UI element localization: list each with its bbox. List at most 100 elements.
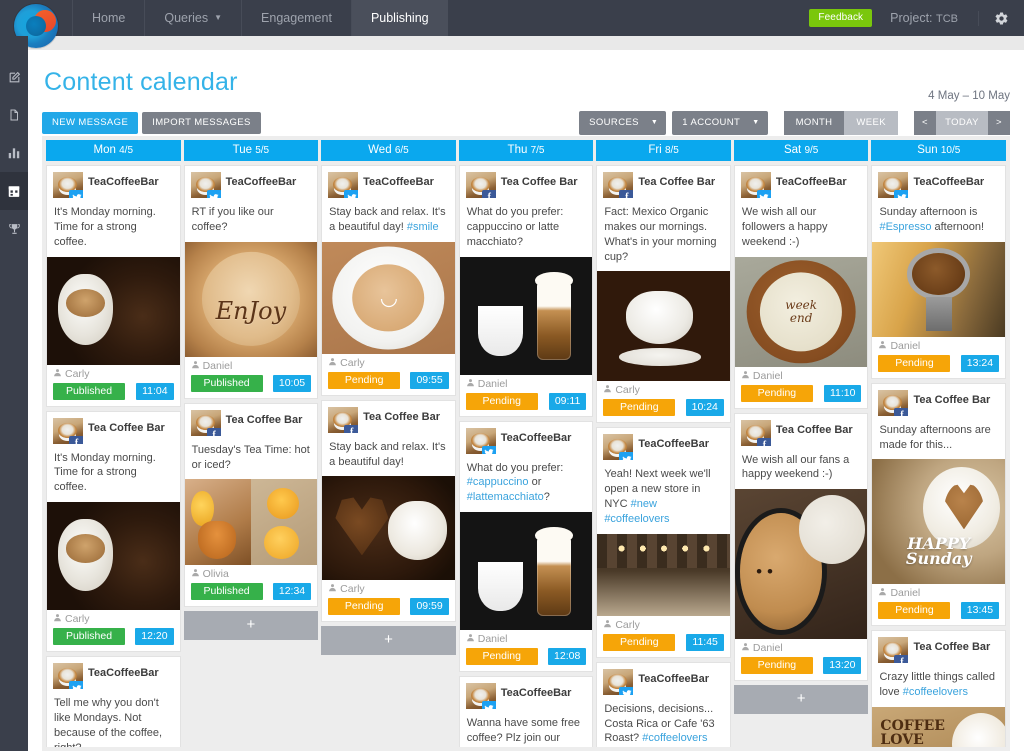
status-badge[interactable]: Pending: [603, 633, 676, 651]
avatar: [878, 172, 909, 198]
project-code: TCB: [936, 13, 958, 25]
week-view-button[interactable]: WEEK: [844, 111, 898, 135]
twitter-icon: [206, 190, 221, 198]
document-icon[interactable]: [0, 96, 28, 134]
analytics-icon[interactable]: [0, 134, 28, 172]
month-view-button[interactable]: MONTH: [783, 111, 845, 135]
post-message-body: What do you prefer:: [466, 461, 564, 474]
hashtag-link[interactable]: #cappuccino: [467, 476, 529, 488]
post-card[interactable]: TeaCoffeeBar It's Monday morning. Time fo…: [46, 165, 181, 407]
sources-dropdown[interactable]: SOURCES ▼: [579, 111, 667, 135]
post-time-badge[interactable]: 13:45: [960, 602, 1000, 620]
column-day-date: 9/5: [804, 145, 819, 156]
latte-art-weekend: week end: [785, 297, 818, 325]
post-card[interactable]: f Tea Coffee Bar Sunday afternoons are mad…: [871, 382, 1007, 627]
post-card[interactable]: f Tea Coffee Bar It's Monday morning. Time…: [46, 410, 181, 653]
post-time-badge[interactable]: 13:24: [960, 354, 1000, 372]
status-badge[interactable]: Pending: [740, 657, 813, 675]
add-message-button[interactable]: +: [321, 626, 456, 656]
status-badge[interactable]: Published: [190, 583, 263, 601]
post-time-badge[interactable]: 11:10: [823, 384, 862, 402]
nav-item-publishing[interactable]: Publishing: [350, 0, 448, 36]
post-time-badge[interactable]: 13:20: [823, 657, 862, 675]
post-card[interactable]: TeaCoffeeBar Tell me why you don't like M…: [46, 656, 181, 747]
post-author-name: Daniel: [752, 369, 783, 382]
post-account-name: Tea Coffee Bar: [775, 423, 853, 436]
page-container: Content calendar 4 May – 10 May NEW MESS…: [28, 50, 1024, 751]
date-nav-group: < TODAY >: [914, 111, 1010, 135]
post-card[interactable]: TeaCoffeeBar Sunday afternoon is #Espress…: [871, 165, 1007, 379]
post-card[interactable]: TeaCoffeeBar RT if you like our coffee? Da…: [183, 165, 319, 399]
next-period-button[interactable]: >: [988, 111, 1010, 135]
post-time-badge[interactable]: 11:04: [136, 382, 174, 400]
post-time-badge[interactable]: 11:45: [686, 633, 724, 651]
status-badge[interactable]: Published: [53, 382, 125, 400]
status-badge[interactable]: Pending: [328, 598, 401, 616]
post-card[interactable]: f Tea Coffee Bar Stay back and relax. It's…: [321, 399, 456, 623]
calendar-column-header[interactable]: Sat 9/5: [733, 140, 869, 161]
post-time-badge[interactable]: 09:55: [410, 371, 449, 389]
post-card[interactable]: TeaCoffeeBar Stay back and relax. It's a …: [321, 165, 456, 396]
post-card[interactable]: f Tea Coffee Bar Crazy little things calle…: [871, 630, 1007, 747]
nav-item-queries[interactable]: Queries ▼: [144, 0, 241, 36]
post-card[interactable]: f Tea Coffee Bar Tuesday's Tea Time: hot o…: [183, 402, 319, 608]
status-badge[interactable]: Pending: [328, 371, 401, 389]
calendar-column-header[interactable]: Wed 6/5: [321, 140, 456, 161]
post-card[interactable]: f Tea Coffee Bar We wish all our fans a ha…: [733, 412, 869, 682]
calendar-icon[interactable]: [0, 172, 28, 210]
post-card[interactable]: TeaCoffeeBar Yeah! Next week we'll open a…: [596, 427, 731, 658]
calendar-column-header[interactable]: Sun 10/5: [871, 140, 1007, 161]
post-card[interactable]: TeaCoffeeBar What do you prefer: #cappucc…: [458, 420, 594, 673]
add-message-button[interactable]: +: [183, 611, 319, 641]
hashtag-link[interactable]: #new: [631, 498, 657, 510]
post-card[interactable]: f Tea Coffee Bar What do you prefer: cappu…: [458, 165, 594, 417]
twitter-icon: [619, 686, 634, 695]
hashtag-link[interactable]: #coffeelovers: [642, 732, 707, 744]
import-messages-button[interactable]: IMPORT MESSAGES: [142, 112, 261, 134]
trophy-icon[interactable]: [0, 210, 28, 248]
feedback-button[interactable]: Feedback: [809, 9, 873, 27]
post-card[interactable]: f Tea Coffee Bar Fact: Mexico Organic make…: [596, 165, 731, 424]
status-badge[interactable]: Pending: [878, 354, 951, 372]
status-badge[interactable]: Pending: [465, 648, 538, 666]
hashtag-link[interactable]: #coffeelovers: [604, 513, 669, 525]
account-dropdown[interactable]: 1 ACCOUNT ▼: [672, 111, 768, 135]
post-time-badge[interactable]: 09:59: [410, 598, 449, 616]
status-badge[interactable]: Pending: [465, 392, 538, 410]
status-badge[interactable]: Published: [190, 374, 263, 392]
card-media-latte-black: [459, 256, 593, 375]
post-time-badge[interactable]: 12:08: [548, 648, 587, 666]
compose-icon[interactable]: [0, 58, 28, 96]
post-card[interactable]: TeaCoffeeBar Decisions, decisions... Cost…: [596, 661, 731, 747]
status-badge[interactable]: Published: [53, 628, 125, 646]
hashtag-link[interactable]: #coffeelovers: [903, 686, 968, 698]
column-day-name: Mon: [93, 144, 116, 156]
post-time-badge[interactable]: 12:34: [272, 583, 312, 601]
status-badge[interactable]: Pending: [878, 602, 951, 620]
today-button[interactable]: TODAY: [936, 111, 988, 135]
hashtag-link[interactable]: #smile: [407, 221, 439, 233]
post-time-badge[interactable]: 10:24: [685, 399, 724, 417]
column-day-name: Sat: [783, 144, 802, 156]
column-day-name: Wed: [368, 144, 392, 156]
post-account-name: TeaCoffeeBar: [638, 672, 710, 685]
hashtag-link[interactable]: #lattemacchiato: [467, 491, 544, 503]
add-message-button[interactable]: +: [733, 685, 869, 715]
nav-item-home[interactable]: Home: [72, 0, 144, 36]
status-badge[interactable]: Pending: [740, 384, 813, 402]
hashtag-link[interactable]: #Espresso: [879, 221, 931, 233]
calendar-column-header[interactable]: Fri 8/5: [596, 140, 731, 161]
post-time-badge[interactable]: 09:11: [548, 392, 587, 410]
calendar-column-header[interactable]: Mon 4/5: [46, 140, 181, 161]
gear-icon[interactable]: [978, 10, 1024, 26]
calendar-column-header[interactable]: Thu 7/5: [458, 140, 594, 161]
calendar-column-header[interactable]: Tue 5/5: [183, 140, 319, 161]
post-time-badge[interactable]: 12:20: [135, 628, 174, 646]
status-badge[interactable]: Pending: [603, 399, 676, 417]
post-card[interactable]: TeaCoffeeBar Wanna have some free coffee?…: [458, 676, 594, 747]
prev-period-button[interactable]: <: [914, 111, 936, 135]
post-time-badge[interactable]: 10:05: [272, 374, 312, 392]
new-message-button[interactable]: NEW MESSAGE: [42, 112, 139, 134]
nav-item-engagement[interactable]: Engagement: [241, 0, 351, 36]
post-card[interactable]: TeaCoffeeBar We wish all our followers a …: [733, 165, 869, 409]
